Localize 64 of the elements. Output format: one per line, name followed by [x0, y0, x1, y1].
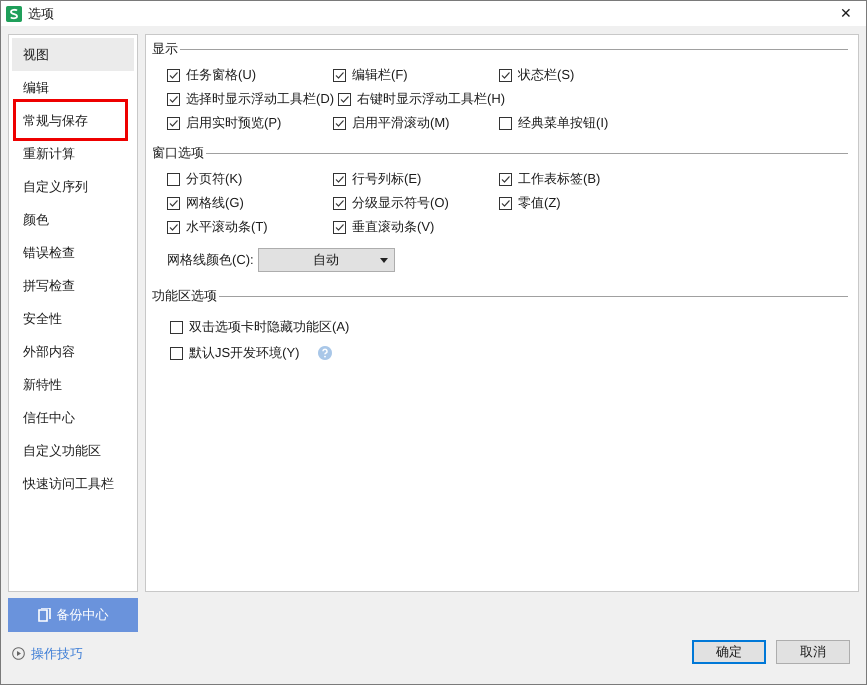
sidebar-item[interactable]: 自定义序列	[12, 170, 134, 203]
option-label: 右键时显示浮动工具栏(H)	[357, 90, 506, 108]
checkbox[interactable]	[333, 172, 346, 186]
section-title: 功能区选项	[152, 287, 217, 306]
option-label: 垂直滚动条(V)	[352, 218, 436, 236]
option-label: 选择时显示浮动工具栏(D)	[186, 90, 336, 108]
close-button[interactable]: ✕	[831, 1, 861, 26]
play-icon	[12, 647, 25, 660]
dialog-button[interactable]: 确定	[692, 640, 766, 664]
option-label: 分页符(K)	[186, 170, 244, 188]
sidebar-item[interactable]: 重新计算	[12, 137, 134, 170]
sidebar-item[interactable]: 颜色	[12, 203, 134, 236]
option-label: 启用实时预览(P)	[186, 114, 282, 132]
checkbox[interactable]	[167, 172, 180, 186]
document-icon	[38, 608, 50, 622]
option-label: 任务窗格(U)	[186, 66, 258, 84]
sidebar-item[interactable]: 自定义功能区	[12, 434, 134, 467]
option-label: 水平滚动条(T)	[186, 218, 269, 236]
option-label: 零值(Z)	[518, 194, 562, 212]
dropdown-label: 网格线颜色(C):	[167, 251, 254, 270]
sidebar-item[interactable]: 新特性	[12, 368, 134, 401]
sidebar-item[interactable]: 快速访问工具栏	[12, 467, 134, 500]
tips-link[interactable]: 操作技巧	[12, 644, 138, 664]
option-label: 编辑栏(F)	[352, 66, 409, 84]
option-label: 双击选项卡时隐藏功能区(A)	[189, 318, 350, 336]
checkbox[interactable]	[170, 346, 183, 360]
option-label: 分级显示符号(O)	[352, 194, 450, 212]
section-title: 窗口选项	[152, 144, 204, 162]
option-label: 网格线(G)	[186, 194, 245, 212]
checkbox[interactable]	[338, 92, 352, 106]
caret-icon	[380, 258, 388, 263]
sidebar-item[interactable]: 错误检查	[12, 236, 134, 269]
checkbox[interactable]	[167, 220, 180, 234]
checkbox[interactable]	[499, 172, 512, 186]
sidebar-item[interactable]: 安全性	[12, 302, 134, 335]
sidebar-item[interactable]: 编辑	[12, 71, 134, 104]
option-label: 工作表标签(B)	[518, 170, 602, 188]
color-dropdown[interactable]: 自动	[258, 248, 395, 272]
dialog-button[interactable]: 取消	[776, 640, 850, 664]
option-label: 默认JS开发环境(Y)	[189, 344, 300, 362]
checkbox[interactable]	[167, 196, 180, 210]
checkbox[interactable]	[499, 116, 512, 130]
option-label: 行号列标(E)	[352, 170, 422, 188]
sidebar-item[interactable]: 拼写检查	[12, 269, 134, 302]
option-label: 启用平滑滚动(M)	[352, 114, 450, 132]
checkbox[interactable]	[333, 116, 346, 130]
sidebar-item[interactable]: 视图	[12, 38, 134, 71]
checkbox[interactable]	[499, 68, 512, 82]
checkbox[interactable]	[167, 68, 180, 82]
option-label: 状态栏(S)	[518, 66, 576, 84]
checkbox[interactable]	[333, 220, 346, 234]
app-logo-icon	[6, 6, 22, 22]
section-title: 显示	[152, 40, 178, 58]
sidebar-item[interactable]: 信任中心	[12, 401, 134, 434]
checkbox[interactable]	[170, 320, 183, 334]
checkbox[interactable]	[333, 196, 346, 210]
sidebar-item[interactable]: 外部内容	[12, 335, 134, 368]
checkbox[interactable]	[167, 116, 180, 130]
checkbox[interactable]	[499, 196, 512, 210]
checkbox[interactable]	[167, 92, 180, 106]
option-label: 经典菜单按钮(I)	[518, 114, 610, 132]
sidebar-item[interactable]: 常规与保存	[12, 104, 134, 137]
window-title: 选项	[28, 4, 55, 23]
checkbox[interactable]	[333, 68, 346, 82]
